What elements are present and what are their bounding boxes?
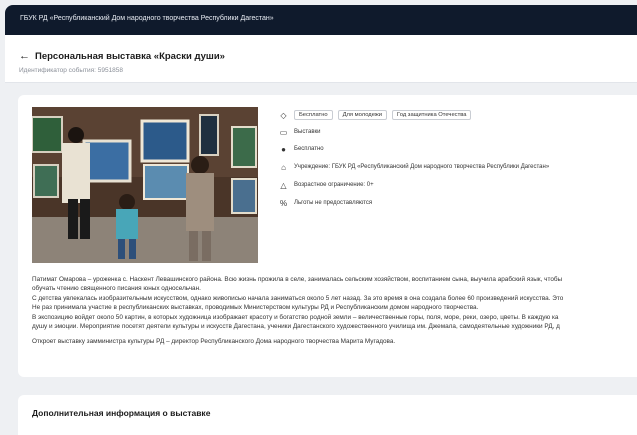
tag-free[interactable]: Бесплатно <box>294 110 333 120</box>
event-id: Идентификатор события: 5951858 <box>19 67 124 74</box>
price-row: ● Бесплатно <box>278 143 324 155</box>
description-line: Откроет выставку замминистра культуры РД… <box>32 338 396 346</box>
price-text: Бесплатно <box>294 146 324 152</box>
event-description: Патимат Омарова – уроженка с. Наскент Ле… <box>32 275 637 347</box>
institution-row: ⌂ Учреждение: ГБУК РД «Республиканский Д… <box>278 161 549 173</box>
ruble-icon: ● <box>281 144 286 154</box>
tags-row: ◇ Бесплатно Для молодежи Год защитника О… <box>278 109 476 121</box>
event-card: ◇ Бесплатно Для молодежи Год защитника О… <box>18 95 637 377</box>
tag-icon: ◇ <box>280 110 287 120</box>
folder-icon: ▭ <box>279 127 288 137</box>
tag-defender-year[interactable]: Год защитника Отечества <box>391 110 472 120</box>
warning-icon: △ <box>280 180 287 190</box>
institution-text[interactable]: Учреждение: ГБУК РД «Республиканский Дом… <box>294 164 549 170</box>
additional-info-title: Дополнительная информация о выставке <box>32 408 211 418</box>
additional-info-card: Дополнительная информация о выставке <box>18 395 637 435</box>
top-bar: ГБУК РД «Республиканский Дом народного т… <box>5 5 637 35</box>
page-title: Персональная выставка «Краски души» <box>35 51 225 62</box>
event-photo <box>32 107 258 263</box>
description-line: душу и эмоции. Мероприятие посетят деяте… <box>32 323 560 331</box>
organization-name[interactable]: ГБУК РД «Республиканский Дом народного т… <box>20 15 274 22</box>
event-photo-illustration <box>32 107 258 263</box>
age-text: Возрастное ограничение: 0+ <box>294 182 374 188</box>
tag-youth[interactable]: Для молодежи <box>337 110 387 120</box>
description-line: Патимат Омарова – уроженка с. Наскент Ле… <box>32 276 563 283</box>
building-icon: ⌂ <box>281 162 286 172</box>
description-line: обучать чтению священного писания юных о… <box>32 285 201 293</box>
arrow-left-icon[interactable]: ← <box>19 50 30 62</box>
age-row: △ Возрастное ограничение: 0+ <box>278 179 374 191</box>
page-header: ← Персональная выставка «Краски души» Ид… <box>5 35 637 83</box>
description-line: В экспозицию войдет около 50 картин, в к… <box>32 313 559 321</box>
category-row: ▭ Выставки <box>278 126 321 138</box>
description-line: С детства увлекалась изобразительным иск… <box>32 294 564 302</box>
percent-icon: % <box>279 198 288 208</box>
benefits-row: % Льготы не предоставляются <box>278 197 372 209</box>
category-text[interactable]: Выставки <box>294 129 321 135</box>
benefits-text: Льготы не предоставляются <box>294 200 373 206</box>
description-line: Не раз принимала участие в республиканск… <box>32 304 479 312</box>
